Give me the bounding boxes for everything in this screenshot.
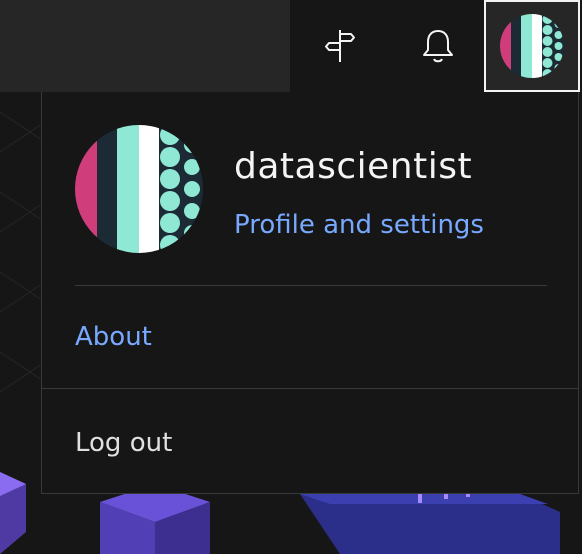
header-bar bbox=[0, 0, 290, 92]
divider bbox=[42, 388, 579, 389]
logout-button[interactable]: Log out bbox=[75, 428, 172, 458]
user-menu-panel: datascientist Profile and settings About… bbox=[41, 92, 579, 494]
notifications-button[interactable] bbox=[390, 0, 486, 92]
bell-icon bbox=[423, 30, 453, 63]
username: datascientist bbox=[234, 146, 473, 187]
divider bbox=[75, 285, 547, 286]
profile-settings-link[interactable]: Profile and settings bbox=[234, 210, 484, 240]
profile-avatar bbox=[75, 125, 203, 253]
signpost-icon bbox=[325, 30, 355, 62]
avatar-icon bbox=[500, 14, 564, 78]
user-avatar-button[interactable] bbox=[484, 0, 580, 92]
guide-button[interactable] bbox=[290, 0, 390, 92]
about-link[interactable]: About bbox=[75, 322, 152, 352]
